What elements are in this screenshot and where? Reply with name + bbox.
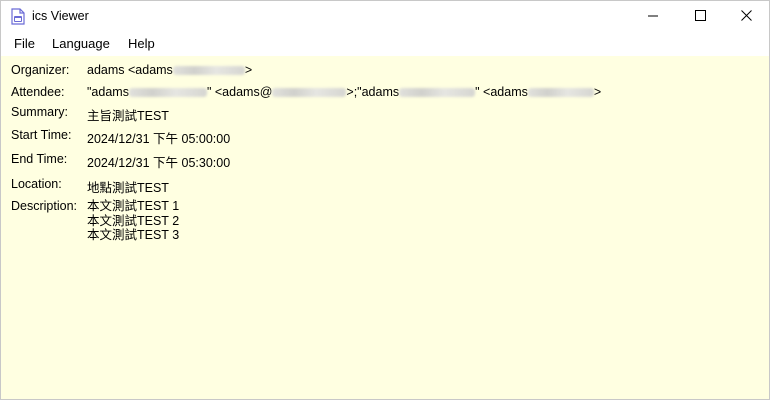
organizer-name-text: adams <adams bbox=[87, 63, 173, 77]
organizer-label: Organizer: bbox=[11, 63, 70, 77]
close-button[interactable] bbox=[723, 1, 769, 32]
window-title: ics Viewer bbox=[32, 9, 89, 23]
start-time-label: Start Time: bbox=[11, 128, 72, 142]
attendee-value: "adams " <adams@ >;"adams " <adams > bbox=[87, 85, 601, 99]
redacted-email bbox=[527, 88, 594, 97]
description-line: 本文測試TEST 3 bbox=[87, 228, 180, 242]
attendee-label: Attendee: bbox=[11, 85, 65, 99]
close-icon bbox=[740, 9, 752, 24]
title-bar[interactable]: ics Viewer bbox=[1, 1, 769, 32]
redacted-email bbox=[128, 88, 207, 97]
menu-help[interactable]: Help bbox=[128, 36, 155, 51]
menu-language[interactable]: Language bbox=[52, 36, 110, 51]
location-label: Location: bbox=[11, 177, 62, 191]
menu-bar: File Language Help bbox=[1, 32, 769, 55]
summary-value: 主旨測試TEST bbox=[87, 109, 169, 123]
end-time-label: End Time: bbox=[11, 152, 68, 166]
attendee-text-4: " <adams bbox=[475, 85, 528, 99]
attendee-text-3: >;"adams bbox=[346, 85, 400, 99]
minimize-icon bbox=[648, 10, 658, 24]
description-value: 本文測試TEST 1 本文測試TEST 2 本文測試TEST 3 bbox=[87, 199, 179, 243]
calendar-file-icon bbox=[11, 8, 25, 25]
maximize-button[interactable] bbox=[677, 1, 723, 32]
attendee-text-2: " <adams@ bbox=[206, 85, 273, 99]
organizer-suffix-text: > bbox=[244, 63, 253, 77]
attendee-text-5: > bbox=[593, 85, 602, 99]
end-time-value: 2024/12/31 下午 05:30:00 bbox=[87, 156, 231, 170]
description-line: 本文測試TEST 1 bbox=[87, 199, 180, 213]
description-line: 本文測試TEST 2 bbox=[87, 213, 180, 228]
attendee-text-1: "adams bbox=[87, 85, 129, 99]
maximize-icon bbox=[694, 9, 706, 24]
redacted-email bbox=[399, 88, 476, 97]
redacted-email bbox=[172, 66, 245, 75]
description-label: Description: bbox=[11, 199, 77, 213]
summary-label: Summary: bbox=[11, 105, 68, 119]
event-details-panel: Organizer: adams <adams > Attendee: "adam… bbox=[1, 56, 769, 399]
menu-file[interactable]: File bbox=[14, 36, 35, 51]
organizer-value: adams <adams > bbox=[87, 63, 252, 77]
app-window: ics Viewer File Language Help Organizer: bbox=[0, 0, 770, 400]
start-time-value: 2024/12/31 下午 05:00:00 bbox=[87, 132, 231, 146]
redacted-email bbox=[272, 88, 347, 97]
minimize-button[interactable] bbox=[630, 1, 676, 32]
location-value: 地點測試TEST bbox=[87, 181, 169, 195]
